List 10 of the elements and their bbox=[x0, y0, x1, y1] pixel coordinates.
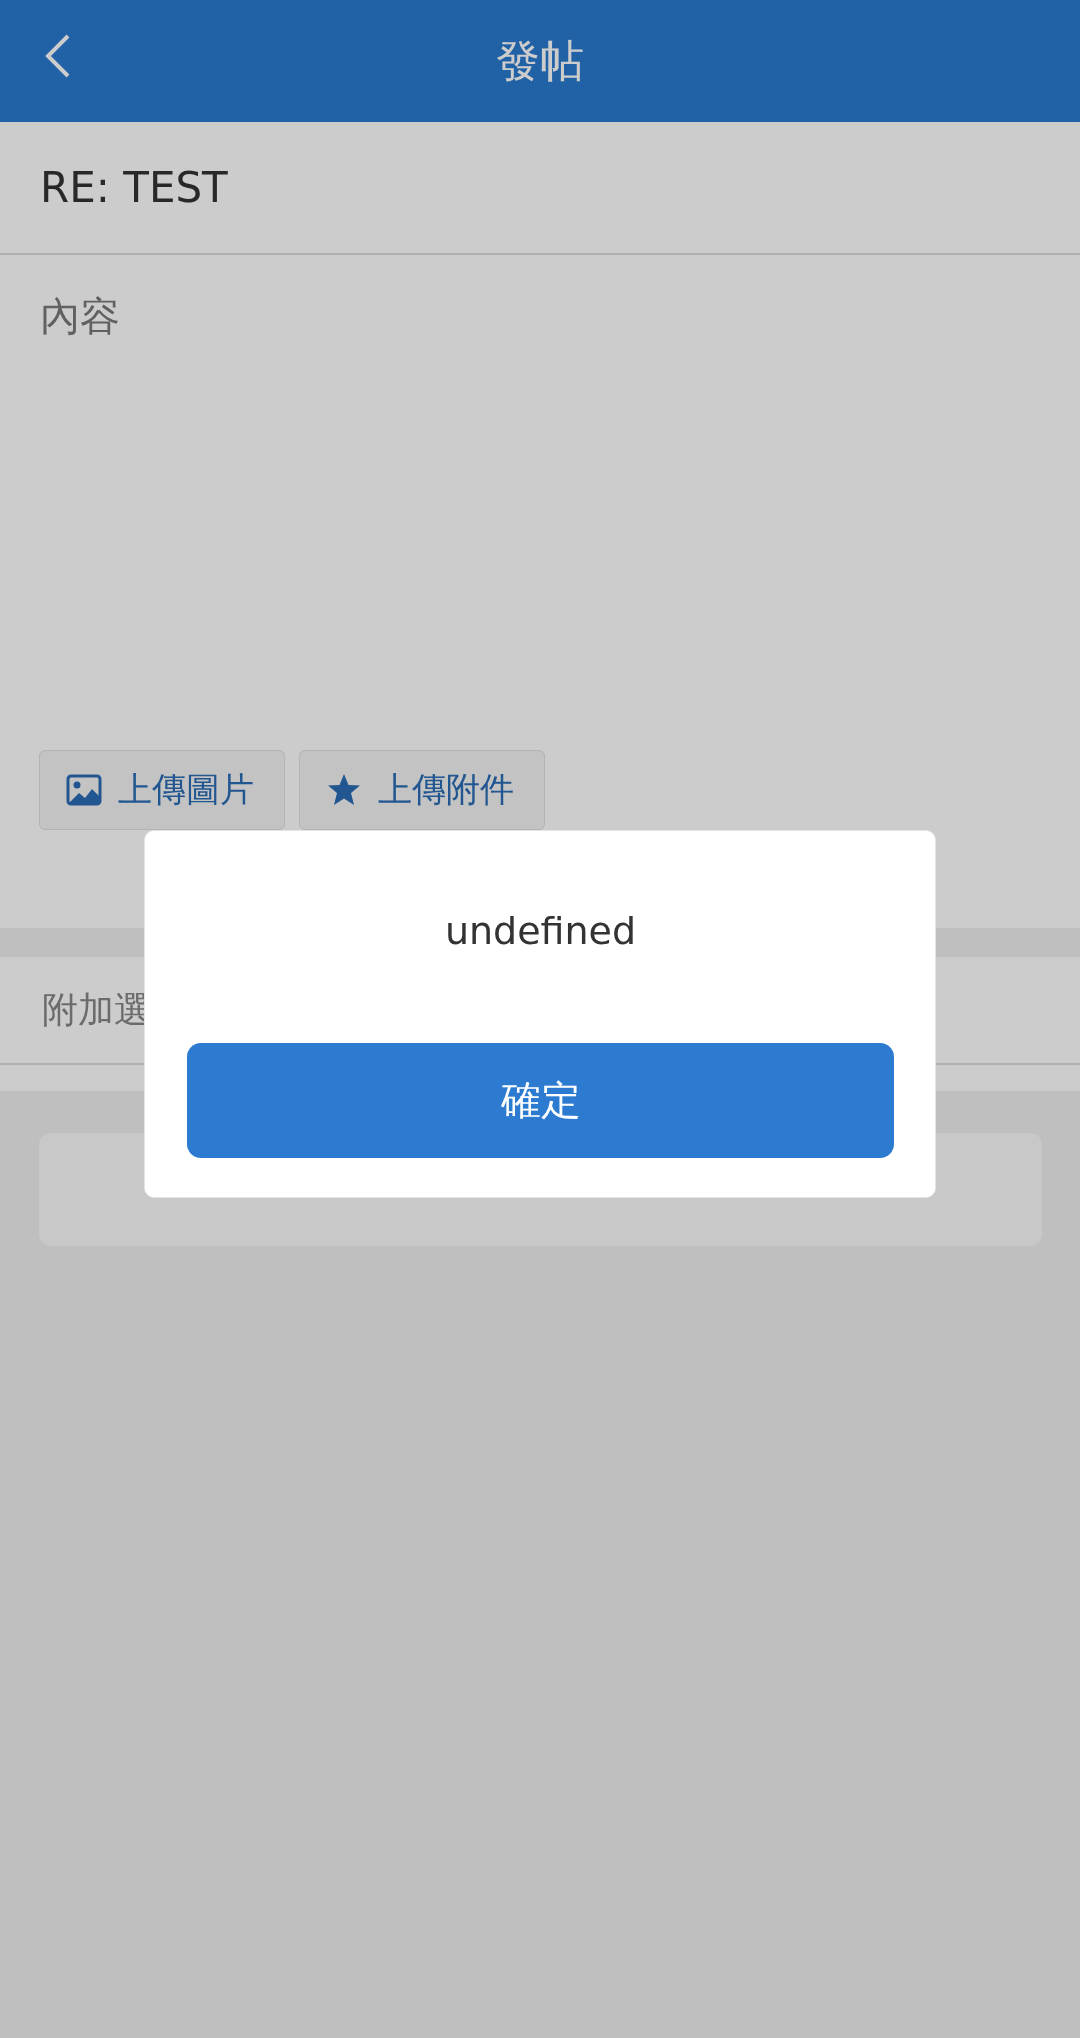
back-icon[interactable] bbox=[44, 32, 72, 80]
upload-button[interactable]: 上傳附件 bbox=[299, 750, 545, 830]
content-field[interactable]: 內容 bbox=[0, 255, 1080, 750]
subject-field[interactable]: RE: TEST bbox=[0, 122, 1080, 255]
star-icon bbox=[326, 772, 362, 808]
page-title: 發帖 bbox=[496, 33, 584, 88]
dialog-message: undefined bbox=[444, 909, 637, 955]
upload-button[interactable]: 上傳圖片 bbox=[39, 750, 285, 830]
image-icon bbox=[66, 772, 102, 808]
confirm-button[interactable]: 確定 bbox=[187, 1043, 894, 1158]
